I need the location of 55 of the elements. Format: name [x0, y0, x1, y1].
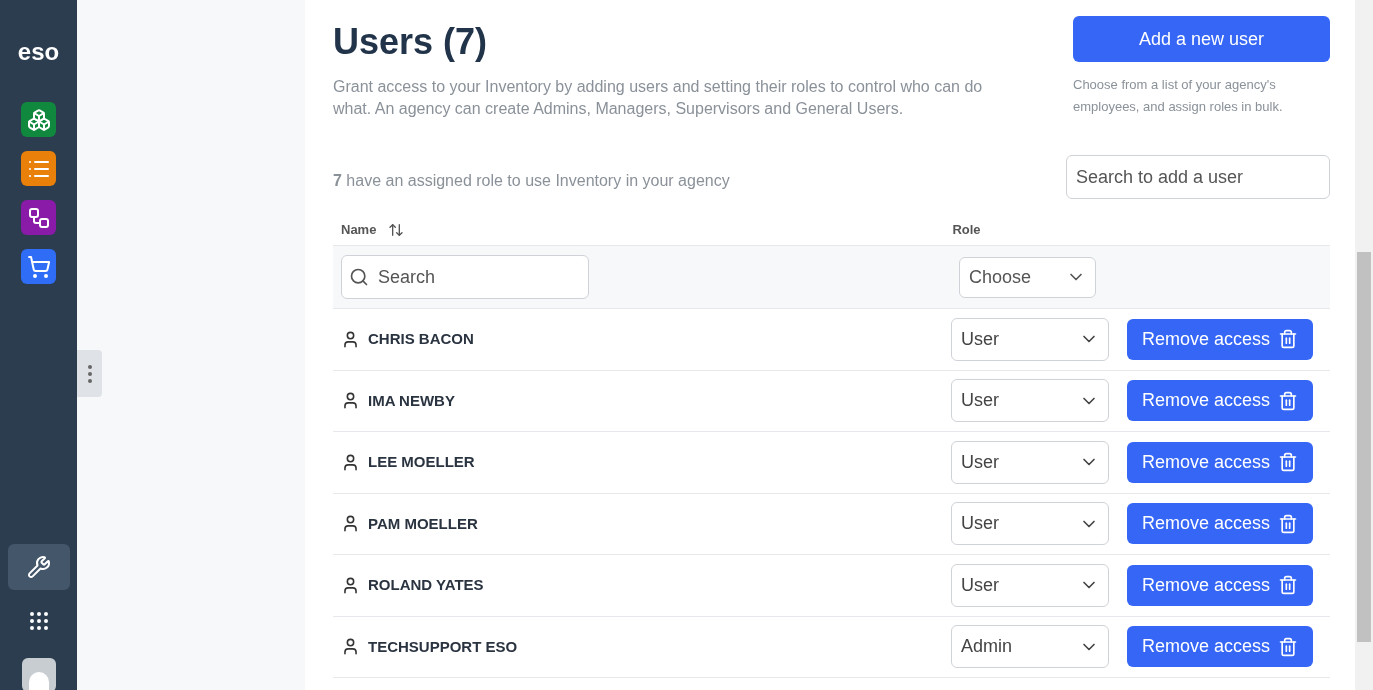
remove-access-button[interactable]: Remove access [1127, 380, 1313, 422]
app-button[interactable] [21, 249, 56, 284]
user-name: PAM MOELLER [368, 513, 479, 534]
user-icon [341, 514, 360, 534]
sort-icon [388, 222, 405, 238]
page-title: Users (7) [333, 20, 489, 64]
role-dropdown[interactable]: User [951, 502, 1109, 546]
add-user-hint: Choose from a list of your agency's employees, and assign roles in bulk. [1073, 76, 1284, 116]
user-name: TECHSUPPORT ESO [368, 636, 519, 657]
trash-icon [1278, 636, 1299, 657]
add-user-button[interactable]: Add a new user [1073, 16, 1330, 62]
wrench-icon [26, 555, 51, 579]
remove-access-button[interactable]: Remove access [1127, 564, 1313, 606]
cart-icon [26, 254, 51, 279]
user-name: IMA NEWBY [368, 390, 456, 411]
role-column-header: Role [952, 221, 981, 240]
add-user-search-field[interactable]: Search to add a user [1066, 155, 1330, 199]
remove-access-button[interactable]: Remove access [1127, 441, 1313, 483]
trash-icon [1278, 575, 1299, 596]
role-filter-dropdown[interactable]: Choose [959, 256, 1096, 298]
role-dropdown[interactable]: User [951, 440, 1109, 484]
remove-access-button[interactable]: Remove access [1127, 626, 1313, 668]
user-icon [341, 391, 360, 411]
user-name: CHRIS BACON [368, 329, 475, 349]
assigned-count-text: 7 have an assigned role to use Inventory in your agency [333, 171, 730, 191]
role-dropdown[interactable]: User [951, 379, 1109, 423]
remove-access-button[interactable]: Remove access [1127, 318, 1313, 360]
app-button[interactable] [21, 151, 56, 186]
app-button[interactable] [21, 102, 56, 137]
role-dropdown[interactable]: User [951, 563, 1109, 607]
search-icon [349, 267, 369, 287]
sidebar-tool-button[interactable] [7, 544, 70, 590]
page-description: Grant access to your Inventory by adding users and setting their roles to control who can do what. An agency can create Admins, Managers, Supervisors and General Users. [333, 77, 984, 119]
remove-access-button[interactable]: Remove access [1127, 503, 1313, 545]
user-icon [341, 575, 360, 595]
trash-icon [1278, 329, 1299, 350]
user-name: LEE MOELLER [368, 452, 476, 472]
panel-handle[interactable] [77, 350, 102, 397]
user-icon [341, 329, 360, 349]
user-icon [341, 452, 360, 472]
trash-icon [1278, 513, 1299, 534]
role-dropdown[interactable]: Admin [951, 625, 1109, 669]
logo: eso [17, 40, 60, 64]
name-column-header[interactable]: Name [341, 220, 405, 240]
boxes-icon [26, 107, 51, 132]
trash-icon [1278, 452, 1299, 473]
name-search-field[interactable]: Search [341, 255, 589, 299]
avatar-silhouette-icon [21, 658, 56, 690]
role-dropdown[interactable]: User [951, 317, 1109, 361]
app-button[interactable] [21, 200, 56, 235]
flow-icon [26, 205, 51, 230]
user-icon [341, 637, 360, 657]
more-icon [87, 364, 92, 383]
trash-icon [1278, 390, 1299, 411]
user-name: ROLAND YATES [368, 575, 485, 595]
